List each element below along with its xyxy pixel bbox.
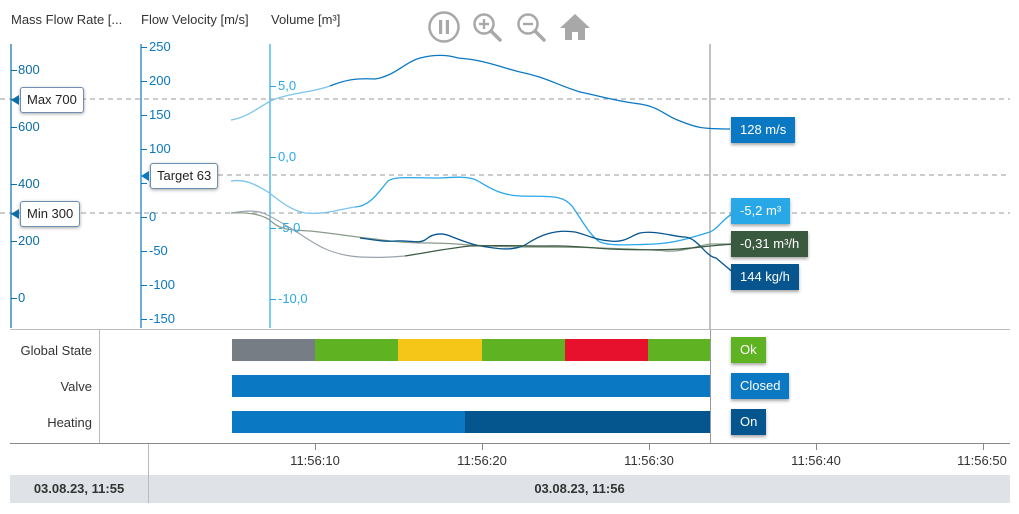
state-row-label-global: Global State (20, 343, 92, 358)
date-cell-current[interactable]: 03.08.23, 11:56 (149, 475, 1010, 503)
flow-velocity-tick-200: 200 (149, 73, 171, 88)
flow-velocity-tick-minus50: -50 (149, 243, 168, 258)
state-panel-top-border (10, 329, 1010, 330)
mass-flow-value-label: 144 kg/h (731, 264, 799, 290)
volume-rate-series-dark (404, 243, 736, 257)
target-label: Target 63 (157, 168, 212, 183)
date-cell-previous[interactable]: 03.08.23, 11:55 (10, 475, 148, 503)
max-limit-marker[interactable]: Max 700 (11, 87, 84, 113)
time-tick-2: 11:56:20 (457, 453, 507, 468)
volume-value-label: -5,2 m³ (731, 198, 791, 224)
volume-tick-minus5: -5,0 (278, 220, 301, 235)
mass-flow-series (359, 230, 736, 275)
velocity-value-label: 128 m/s (731, 117, 796, 143)
time-tick-5: 11:56:50 (957, 453, 1007, 468)
time-tick-1: 11:56:10 (290, 453, 340, 468)
flow-velocity-tick-250: 250 (149, 39, 171, 54)
state-row-label-valve: Valve (60, 379, 92, 394)
mass-flow-tick-200: 200 (18, 233, 40, 248)
state-cursor-line (710, 330, 711, 443)
marker-pointer-icon (11, 95, 19, 105)
max-limit-label: Max 700 (27, 92, 77, 107)
global-state-value: Ok (731, 337, 766, 363)
volume-tick-5: 5,0 (278, 78, 297, 93)
mass-flow-tick-800: 800 (18, 62, 40, 77)
flow-velocity-tick-minus100: -100 (149, 277, 176, 292)
velocity-series (329, 54, 731, 130)
volume-tick-minus10: -10,0 (278, 291, 308, 306)
volume-tick-0: 0,0 (278, 149, 297, 164)
flow-velocity-tick-minus150: -150 (149, 311, 176, 326)
volume-rate-value-label: -0,31 m³/h (731, 231, 809, 257)
mass-flow-series-history (230, 210, 406, 259)
volume-series-history (230, 179, 356, 215)
target-marker[interactable]: Target 63 (141, 163, 219, 189)
mass-flow-tick-0: 0 (18, 290, 26, 305)
time-tick-4: 11:56:40 (791, 453, 841, 468)
state-panel-bottom-border (10, 443, 1010, 444)
heating-state-value: On (731, 409, 767, 435)
time-tick-3: 11:56:30 (624, 453, 674, 468)
state-label-divider (99, 330, 100, 443)
min-limit-label: Min 300 (27, 206, 74, 221)
mass-flow-tick-400: 400 (18, 176, 40, 191)
marker-pointer-icon (11, 209, 19, 219)
flow-velocity-tick-150: 150 (149, 107, 171, 122)
valve-state-bar (232, 375, 710, 397)
state-row-label-heating: Heating (47, 415, 92, 430)
flow-velocity-tick-100: 100 (149, 141, 171, 156)
marker-pointer-icon (141, 171, 149, 181)
valve-state-value: Closed (731, 373, 790, 399)
min-limit-marker[interactable]: Min 300 (11, 201, 81, 227)
flow-velocity-tick-0: 0 (149, 209, 157, 224)
mass-flow-tick-600: 600 (18, 119, 40, 134)
